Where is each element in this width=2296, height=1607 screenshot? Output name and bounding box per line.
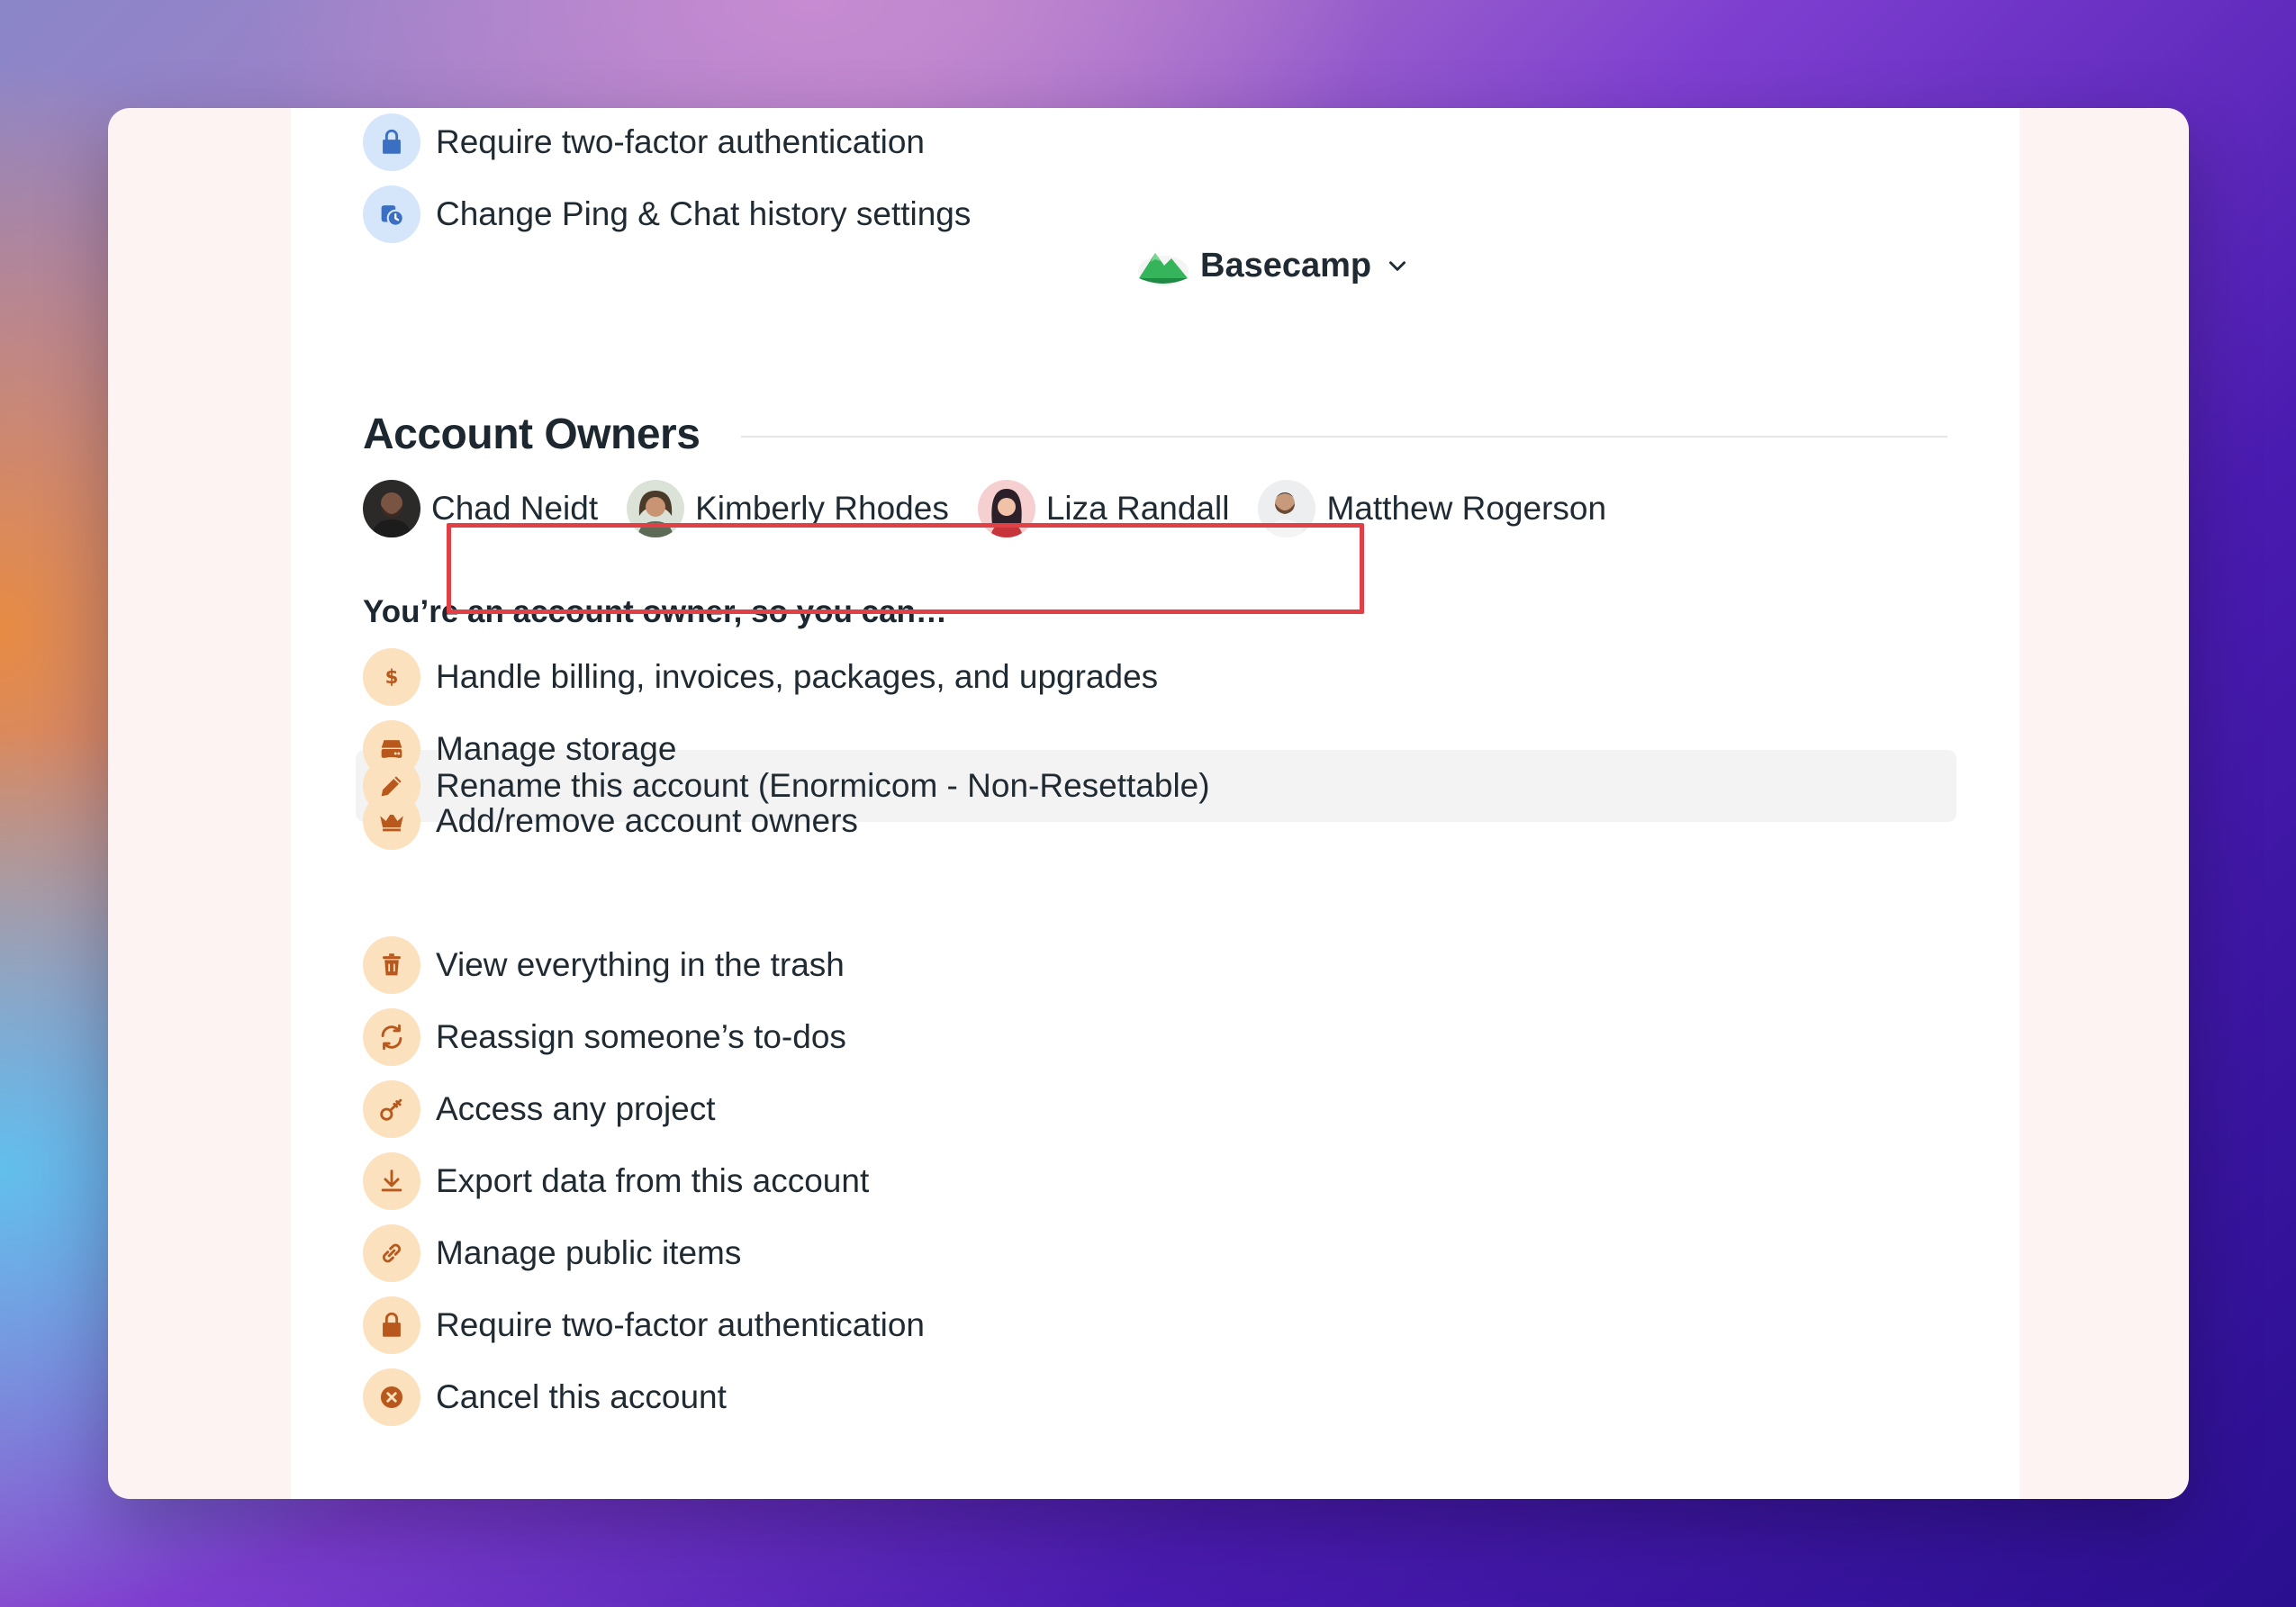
owner-name: Chad Neidt: [431, 490, 599, 527]
permission-two-factor[interactable]: Require two-factor authentication: [363, 1289, 925, 1361]
annotation-highlight-box: [447, 523, 1364, 614]
owner-name: Matthew Rogerson: [1326, 490, 1607, 527]
permission-billing[interactable]: $ Handle billing, invoices, packages, an…: [363, 641, 1158, 713]
lock-icon: [363, 113, 420, 171]
permission-label: Access any project: [436, 1090, 716, 1127]
account-switcher[interactable]: Basecamp: [1130, 234, 1427, 297]
permission-export-data[interactable]: Export data from this account: [363, 1145, 869, 1217]
mountain-logo: [1138, 253, 1189, 286]
permission-label: Reassign someone’s to-dos: [436, 1018, 846, 1055]
pencil-icon: [363, 757, 420, 815]
permission-rename-account[interactable]: Rename this account (Enormicom - Non-Res…: [363, 750, 1210, 822]
avatar: [363, 480, 420, 537]
account-settings-panel: Require two-factor authentication Change…: [291, 108, 2020, 1499]
app-window: Require two-factor authentication Change…: [108, 108, 2189, 1499]
link-icon: [363, 1224, 420, 1282]
top-item-two-factor[interactable]: Require two-factor authentication: [363, 108, 925, 178]
history-clock-icon: [363, 185, 420, 243]
download-icon: [363, 1152, 420, 1210]
top-item-ping-chat-history[interactable]: Change Ping & Chat history settings: [363, 178, 971, 250]
account-name: Basecamp: [1200, 246, 1372, 284]
permission-access-project[interactable]: Access any project: [363, 1073, 716, 1145]
svg-text:$: $: [385, 666, 399, 689]
chevron-down-icon: [1389, 261, 1406, 271]
cancel-icon: [363, 1368, 420, 1426]
permission-label: View everything in the trash: [436, 946, 845, 983]
owner-name: Kimberly Rhodes: [695, 490, 949, 527]
top-item-label: Require two-factor authentication: [436, 123, 925, 160]
permission-label: Export data from this account: [436, 1162, 870, 1199]
permission-public-items[interactable]: Manage public items: [363, 1217, 741, 1289]
lock-icon: [363, 1296, 420, 1354]
permission-view-trash[interactable]: View everything in the trash: [363, 929, 845, 1001]
reassign-icon: [363, 1008, 420, 1066]
section-title-account-owners: Account Owners: [363, 411, 701, 458]
permission-label: Manage public items: [436, 1234, 742, 1271]
permission-label: Rename this account (Enormicom - Non-Res…: [436, 767, 1210, 804]
owner-name: Liza Randall: [1045, 490, 1230, 527]
permission-label: Handle billing, invoices, packages, and …: [436, 658, 1159, 695]
permission-label: Cancel this account: [436, 1378, 727, 1415]
key-icon: [363, 1080, 420, 1138]
permission-cancel-account[interactable]: Cancel this account: [363, 1361, 727, 1433]
permission-reassign-todos[interactable]: Reassign someone’s to-dos: [363, 1001, 846, 1073]
section-divider: [741, 436, 1948, 438]
permission-label: Require two-factor authentication: [436, 1306, 925, 1343]
trash-icon: [363, 936, 420, 994]
top-item-label: Change Ping & Chat history settings: [436, 195, 972, 232]
dollar-icon: $: [363, 648, 420, 706]
